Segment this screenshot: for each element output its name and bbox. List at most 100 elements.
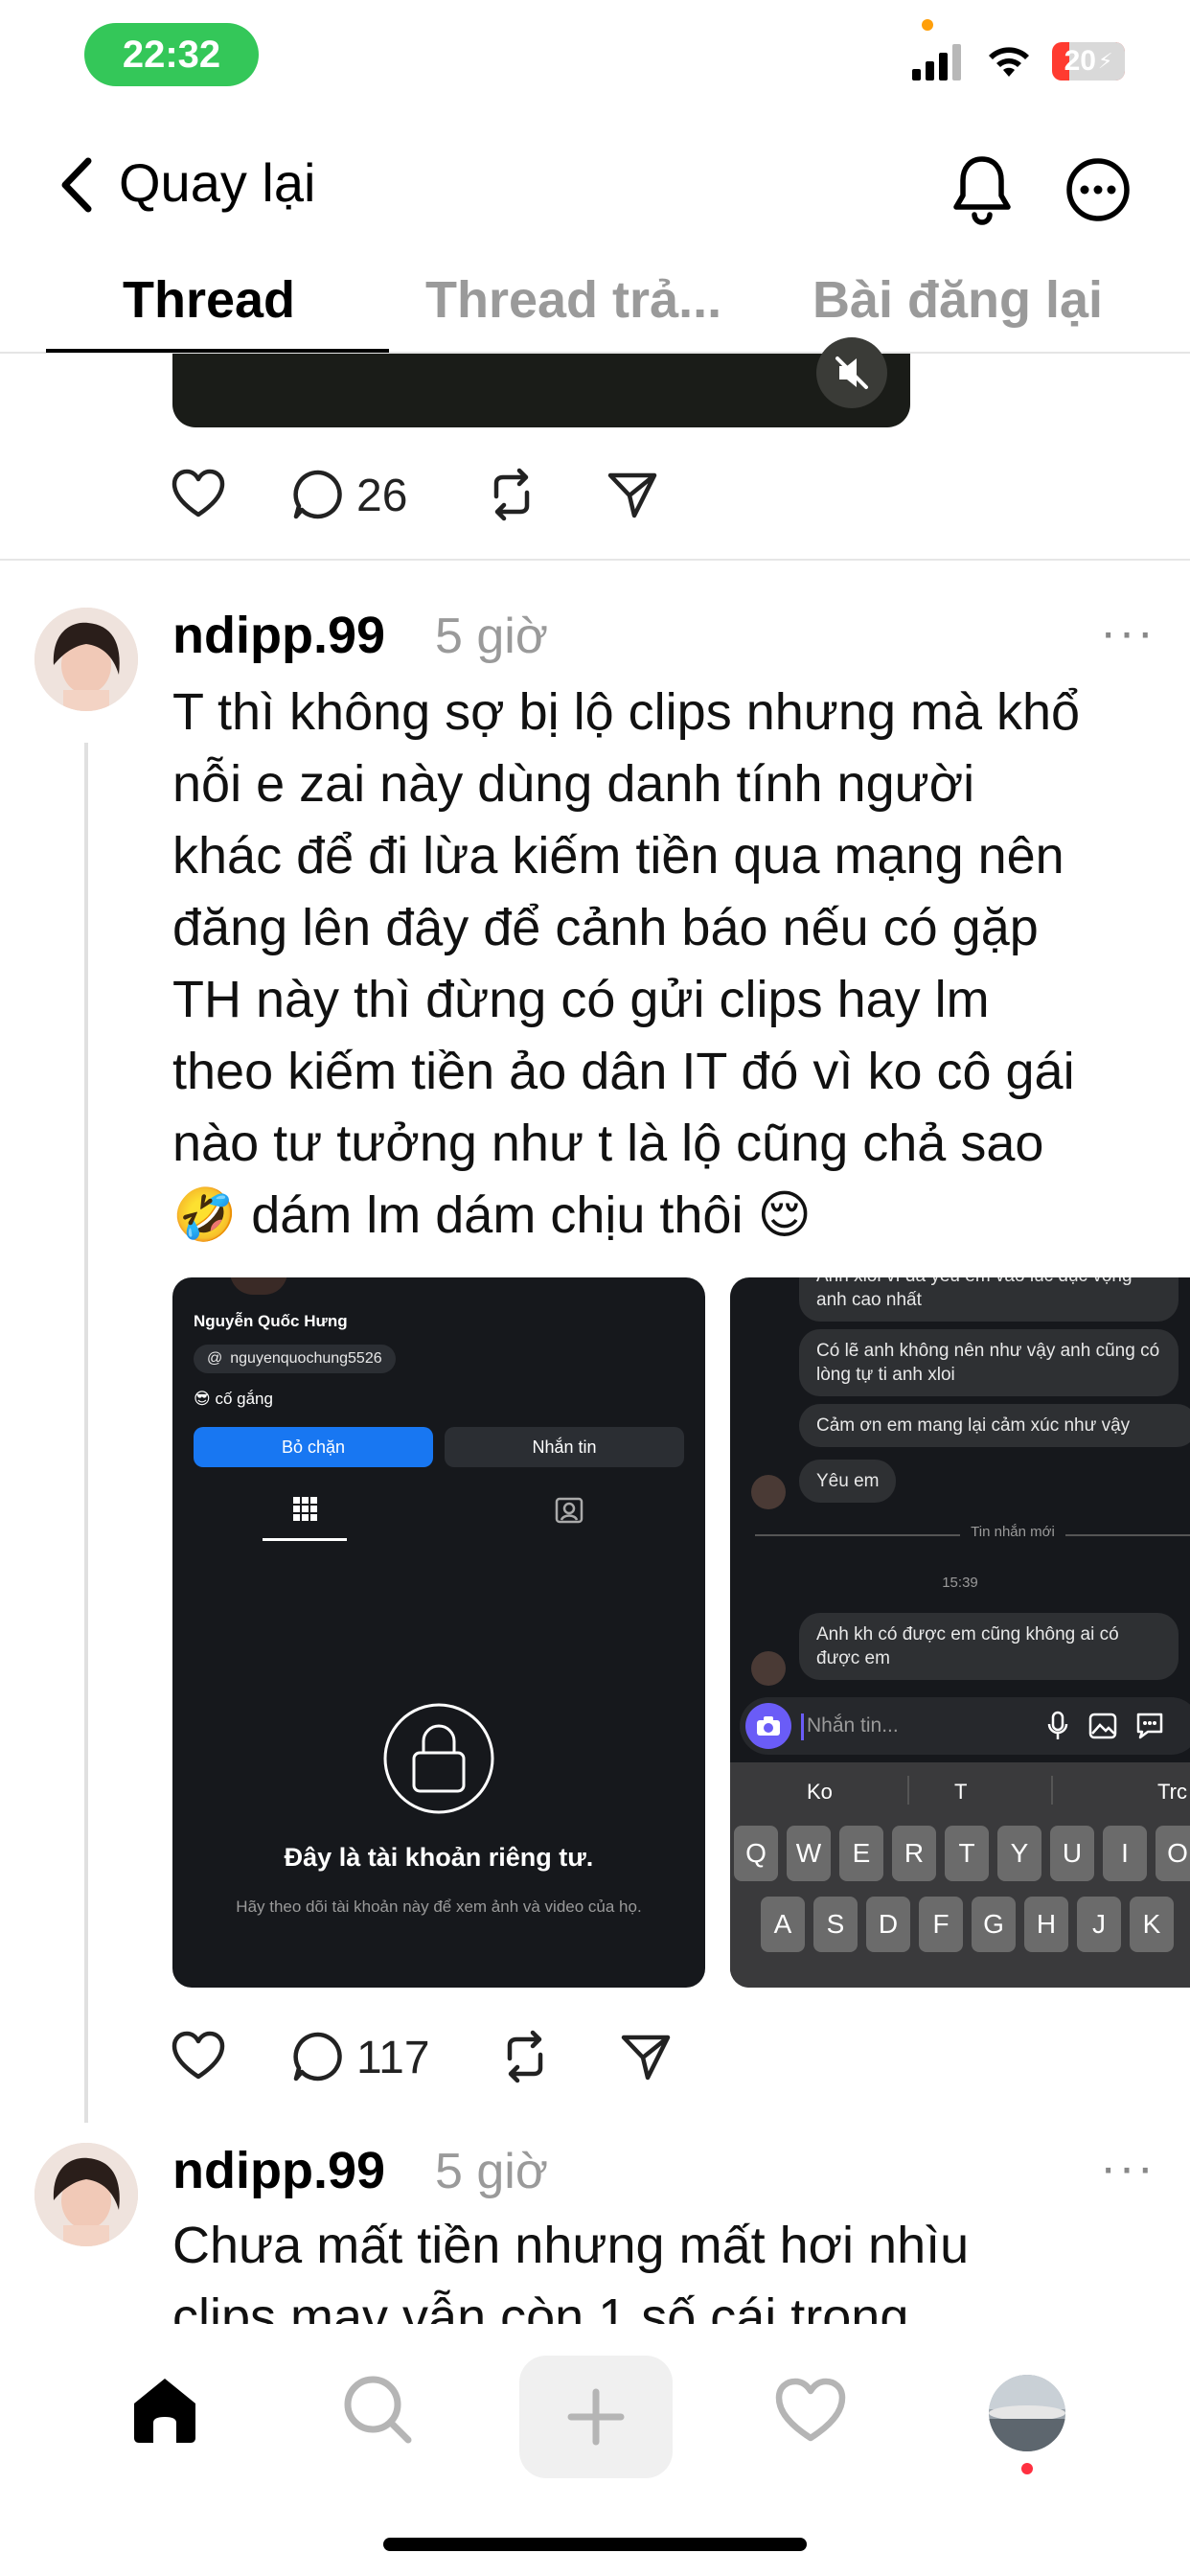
post-username[interactable]: ndipp.99: [172, 2141, 385, 2200]
key[interactable]: H: [1024, 1897, 1068, 1952]
threads-icon: @: [207, 1350, 223, 1367]
key[interactable]: Y: [997, 1826, 1041, 1881]
post-text-line: Chưa mất tiền nhưng mất hơi nhìu: [172, 2217, 970, 2274]
avatar[interactable]: [34, 2143, 138, 2246]
share-icon[interactable]: [606, 468, 659, 521]
key[interactable]: W: [787, 1826, 831, 1881]
share-icon[interactable]: [619, 2030, 673, 2083]
repost-icon[interactable]: [498, 2030, 552, 2083]
key[interactable]: K: [1130, 1897, 1174, 1952]
divider-line: [755, 1534, 960, 1536]
thread-connector-line: [84, 743, 88, 2123]
post-text-line: nỗi e zai này dùng danh tính người: [172, 755, 975, 813]
post-username[interactable]: ndipp.99: [172, 606, 385, 665]
keyboard-row-1: Q W E R T Y U I O: [734, 1826, 1190, 1881]
key[interactable]: A: [761, 1897, 805, 1952]
post-text-line: khác để đi lừa kiếm tiền qua mạng nên: [172, 827, 1064, 885]
key[interactable]: U: [1050, 1826, 1094, 1881]
key[interactable]: D: [866, 1897, 910, 1952]
wifi-icon: [989, 47, 1029, 77]
lock-icon: [383, 1703, 494, 1814]
unblock-button[interactable]: Bỏ chặn: [194, 1427, 433, 1467]
divider-line: [1065, 1534, 1190, 1536]
sticker-icon[interactable]: [1134, 1713, 1165, 1739]
post-text-line: T thì không sợ bị lộ clips nhưng mà khổ: [172, 683, 1081, 741]
repost-icon[interactable]: [485, 468, 538, 521]
chat-bubble: Cảm ơn em mang lại cảm xúc như vậy: [799, 1404, 1190, 1447]
tagged-photos-icon[interactable]: [554, 1496, 584, 1525]
key[interactable]: I: [1103, 1826, 1147, 1881]
keyboard-suggestion[interactable]: T: [954, 1780, 967, 1805]
privacy-indicator-dot: [922, 19, 933, 31]
profile-photo: [230, 1277, 287, 1295]
attached-image-chat[interactable]: Anh xloi vì đã yêu em vào lúc dục vọng a…: [730, 1277, 1190, 1988]
private-account-subtitle: Hãy theo dõi tài khoản này để xem ảnh và…: [236, 1898, 642, 1916]
post-text-line: 🤣 dám lm dám chịu thôi 😌: [172, 1186, 812, 1244]
key[interactable]: T: [945, 1826, 989, 1881]
reply-icon[interactable]: [291, 2030, 345, 2083]
camera-icon: [757, 1716, 780, 1736]
chat-timestamp: 15:39: [942, 1575, 978, 1591]
back-button[interactable]: [54, 153, 102, 217]
text-cursor: [801, 1714, 804, 1740]
suggestion-divider: [1051, 1776, 1053, 1805]
reply-count: 26: [356, 471, 408, 521]
key[interactable]: E: [839, 1826, 883, 1881]
search-icon[interactable]: [341, 2373, 414, 2446]
chat-bubble: Có lẽ anh không nên như vậy anh cũng có …: [799, 1329, 1179, 1396]
key[interactable]: O: [1156, 1826, 1190, 1881]
post-time: 5 giờ: [435, 609, 548, 664]
profile-handle: nguyenquochung5526: [230, 1350, 382, 1367]
home-indicator: [383, 2538, 807, 2551]
suggestion-divider: [907, 1776, 909, 1805]
new-post-button[interactable]: [519, 2356, 673, 2478]
profile-bio: 😎 cố gắng: [194, 1390, 273, 1408]
post-more-button[interactable]: ···: [1100, 2139, 1156, 2196]
image-icon[interactable]: [1088, 1713, 1117, 1739]
reply-icon[interactable]: [291, 468, 345, 521]
message-button[interactable]: Nhắn tin: [445, 1427, 684, 1467]
post-text-line: đăng lên đây để cảnh báo nếu có gặp: [172, 899, 1039, 956]
post-text-line: nào tư tưởng như t là lộ cũng chả sao: [172, 1115, 1044, 1172]
post-text-line: theo kiếm tiền ảo dân IT đó vì ko cô gái: [172, 1043, 1075, 1100]
like-icon[interactable]: [171, 468, 226, 519]
battery-icon: 20 ⚡: [1052, 42, 1125, 80]
keyboard-suggestion[interactable]: Trc: [1157, 1780, 1187, 1805]
profile-name: Nguyễn Quốc Hưng: [194, 1312, 348, 1330]
camera-button[interactable]: [745, 1703, 791, 1749]
status-time: 22:32: [84, 23, 259, 86]
chat-bubble: Anh xloi vì đã yêu em vào lúc dục vọng a…: [799, 1277, 1179, 1322]
more-options-icon[interactable]: [1065, 157, 1131, 222]
home-icon[interactable]: [128, 2375, 201, 2446]
tab-thread-replies[interactable]: Thread trả...: [425, 270, 721, 330]
chat-bubble: Yêu em: [799, 1460, 897, 1503]
like-icon[interactable]: [171, 2030, 226, 2082]
key[interactable]: Q: [734, 1826, 778, 1881]
speaker-muted-icon: [835, 356, 868, 389]
plus-icon: [567, 2388, 625, 2446]
post-more-button[interactable]: ···: [1100, 604, 1156, 661]
key[interactable]: F: [919, 1897, 963, 1952]
key[interactable]: S: [813, 1897, 858, 1952]
tab-reposts[interactable]: Bài đăng lại: [812, 270, 1103, 330]
mute-button[interactable]: [816, 337, 887, 408]
post-time: 5 giờ: [435, 2144, 548, 2199]
bell-icon[interactable]: [949, 153, 1016, 226]
activity-heart-icon[interactable]: [774, 2377, 847, 2444]
post-separator: [0, 559, 1190, 561]
back-label[interactable]: Quay lại: [119, 151, 315, 214]
key[interactable]: G: [972, 1897, 1016, 1952]
key[interactable]: R: [892, 1826, 936, 1881]
post-body: T thì không sợ bị lộ clips nhưng mà khổ …: [172, 677, 1169, 1252]
video-thumbnail[interactable]: [172, 354, 910, 427]
chat-bubble: Anh kh có được em cũng không ai có được …: [799, 1613, 1179, 1680]
microphone-icon[interactable]: [1046, 1711, 1069, 1741]
keyboard-suggestion[interactable]: Ko: [807, 1780, 833, 1805]
attached-image-profile[interactable]: Nguyễn Quốc Hưng @ nguyenquochung5526 😎 …: [172, 1277, 705, 1988]
message-input-placeholder[interactable]: Nhắn tin...: [807, 1714, 899, 1737]
key[interactable]: J: [1077, 1897, 1121, 1952]
grid-icon[interactable]: [291, 1495, 320, 1524]
profile-avatar-tab[interactable]: [989, 2375, 1065, 2451]
tab-thread[interactable]: Thread: [123, 270, 295, 330]
avatar[interactable]: [34, 608, 138, 711]
